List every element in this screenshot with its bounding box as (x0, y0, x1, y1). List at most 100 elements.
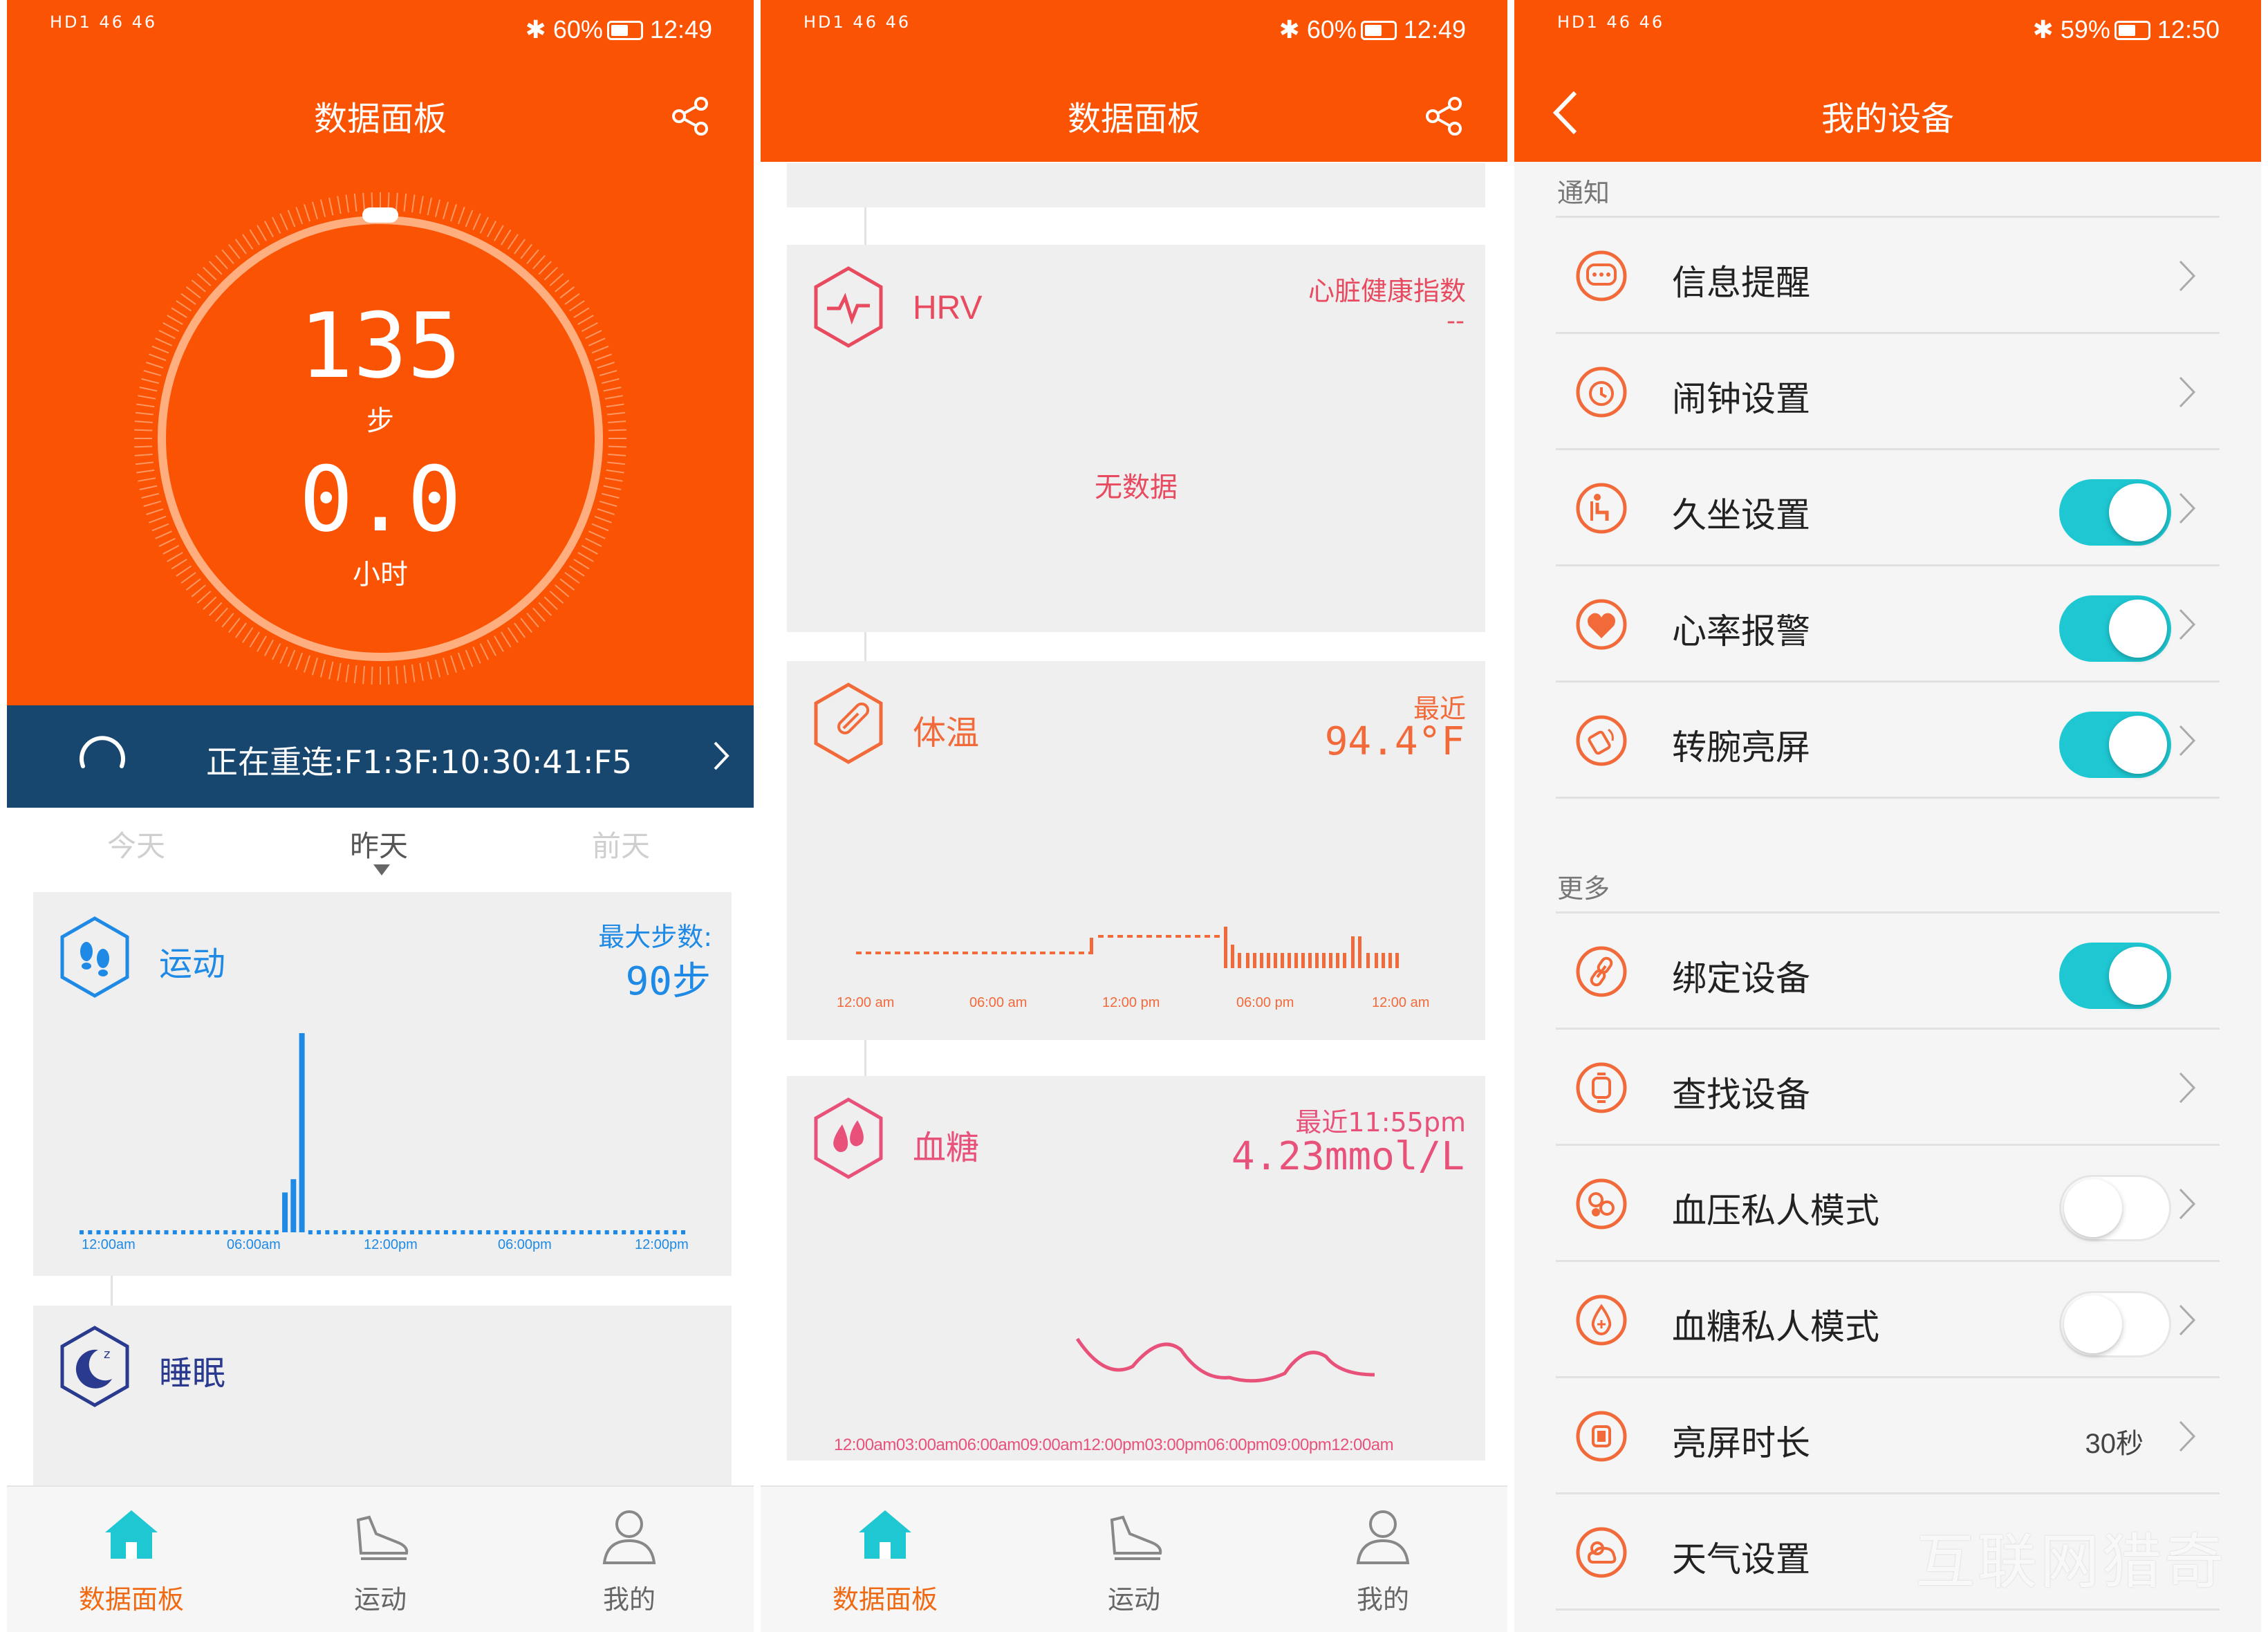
setting-row[interactable]: 亮屏时长 30秒 (1556, 1378, 2220, 1494)
reconnect-banner[interactable]: 正在重连:F1:3F:10:30:41:F5 (7, 705, 754, 808)
nav-dashboard[interactable]: 数据面板 (795, 1503, 975, 1616)
ring-tick (514, 239, 526, 254)
chevron-right-icon (2179, 1420, 2196, 1452)
sleep-moon-icon: z (60, 1326, 129, 1407)
setting-row[interactable]: 转腕亮屏 (1556, 683, 2220, 799)
ring-tick (234, 239, 247, 254)
nav-sport[interactable]: 运动 (1044, 1503, 1224, 1616)
loading-spinner-icon (80, 736, 125, 768)
setting-row[interactable]: 心率报警 (1556, 566, 2220, 683)
ring-tick (272, 643, 281, 660)
summary-hero: 135 步 0.0 小时 (7, 162, 754, 705)
share-icon[interactable] (1423, 95, 1465, 137)
toggle-switch[interactable] (2059, 1291, 2171, 1357)
ring-tick (319, 659, 326, 678)
toggle-switch[interactable] (2059, 479, 2171, 546)
tab-day-before[interactable]: 前天 (592, 823, 650, 865)
activity-dot (96, 1230, 101, 1234)
previous-card (787, 163, 1485, 207)
watch-icon (1576, 1062, 1627, 1113)
activity-chart: 12:00am 06:00am 12:00pm 06:00pm 12:00pm (80, 1033, 689, 1252)
glucose-card[interactable]: 血糖 最近11:55pm 4.23mmol/L 12:00am03:00am06… (787, 1076, 1485, 1461)
ring-tick (411, 194, 416, 213)
activity-dot (604, 1230, 609, 1234)
tab-yesterday[interactable]: 昨天 (350, 823, 408, 865)
battery-percent: 59% (2060, 15, 2110, 44)
ring-tick (263, 639, 274, 656)
ring-tick (396, 192, 398, 211)
ring-tick (311, 657, 319, 676)
screen-dashboard-1: HD1 46 46 ✱ 60% 12:49 数据面板 135 步 0.0 小时 正… (7, 0, 754, 1632)
temperature-bar (1382, 953, 1385, 968)
ring-tick (249, 631, 260, 648)
activity-x-tick: 06:00am (227, 1237, 281, 1252)
temperature-bar (1267, 953, 1270, 968)
temperature-bar (1281, 953, 1284, 968)
activity-dot (503, 1230, 508, 1234)
share-icon[interactable] (669, 95, 711, 137)
activity-dot (681, 1230, 685, 1234)
ring-tick (457, 207, 465, 225)
setting-label: 查找设备 (1672, 1075, 1810, 1115)
activity-dot (511, 1230, 516, 1234)
temperature-bar (1375, 953, 1378, 968)
temperature-x-tick: 12:00 pm (1102, 995, 1160, 1010)
nav-dashboard[interactable]: 数据面板 (41, 1503, 221, 1616)
hours-value: 0.0 (299, 447, 462, 552)
activity-dot (664, 1230, 669, 1234)
toggle-switch[interactable] (2059, 943, 2171, 1009)
sleep-card[interactable]: z 睡眠 (33, 1306, 732, 1487)
hrv-card[interactable]: HRV 心脏健康指数 -- 无数据 (787, 245, 1485, 632)
toggle-switch[interactable] (2059, 1175, 2171, 1241)
chevron-right-icon (2179, 492, 2196, 524)
temperature-bar (1358, 936, 1361, 968)
ring-tick (221, 249, 234, 264)
ring-tick (479, 643, 489, 660)
ring-tick (304, 204, 310, 222)
ring-tick (319, 199, 326, 218)
setting-row[interactable]: 血糖私人模式 (1556, 1262, 2220, 1378)
setting-row[interactable]: 绑定设备 (1556, 914, 2220, 1030)
watermark: 互联网猎奇 (1915, 1528, 2227, 1597)
temperature-card[interactable]: 体温 最近 94.4°F 12:00 am 06:00 am 12:00 pm 06:… (787, 661, 1485, 1040)
setting-row[interactable]: 查找设备 (1556, 1030, 2220, 1146)
ring-tick (403, 665, 407, 684)
ring-tick (215, 607, 228, 622)
ring-tick (514, 622, 526, 638)
setting-row[interactable]: 闹钟设置 (1556, 334, 2220, 450)
activity-dot (130, 1230, 135, 1234)
activity-card[interactable]: 运动 最大步数: 90步 12:00am 06:00am 12:00pm 06:00p… (33, 892, 732, 1276)
activity-dot (240, 1230, 245, 1234)
setting-row[interactable]: 血压私人模式 (1556, 1146, 2220, 1262)
setting-row[interactable]: 信息提醒 (1556, 218, 2220, 334)
activity-dot (461, 1230, 465, 1234)
nav-profile[interactable]: 我的 (1293, 1503, 1473, 1616)
bottom-nav: 数据面板 运动 我的 (761, 1485, 1507, 1632)
hrv-value: -- (1447, 307, 1465, 335)
nav-profile[interactable]: 我的 (539, 1503, 719, 1616)
temperature-bar (1343, 953, 1346, 968)
nav-sport[interactable]: 运动 (290, 1503, 470, 1616)
blood-pressure-icon (1576, 1178, 1627, 1230)
ring-tick (228, 618, 241, 633)
glucose-line (1075, 1337, 1375, 1383)
ring-tick (345, 194, 350, 213)
activity-dot (630, 1230, 635, 1234)
sleep-title: 睡眠 (159, 1354, 226, 1393)
chevron-right-icon (2179, 1304, 2196, 1336)
ring-tick (532, 254, 546, 270)
activity-dot (359, 1230, 364, 1234)
temperature-x-tick: 12:00 am (1372, 995, 1429, 1010)
ring-tick (208, 261, 223, 275)
ring-tick (328, 197, 334, 216)
ring-tick (337, 196, 342, 214)
activity-dot (418, 1230, 423, 1234)
ring-tick (427, 661, 432, 680)
ring-tick (257, 636, 267, 652)
toggle-switch[interactable] (2059, 712, 2171, 778)
toggle-switch[interactable] (2059, 595, 2171, 662)
activity-dot (656, 1230, 660, 1234)
page-title: 数据面板 (1067, 100, 1200, 138)
tab-today[interactable]: 今天 (107, 823, 165, 865)
setting-row[interactable]: 久坐设置 (1556, 450, 2220, 566)
